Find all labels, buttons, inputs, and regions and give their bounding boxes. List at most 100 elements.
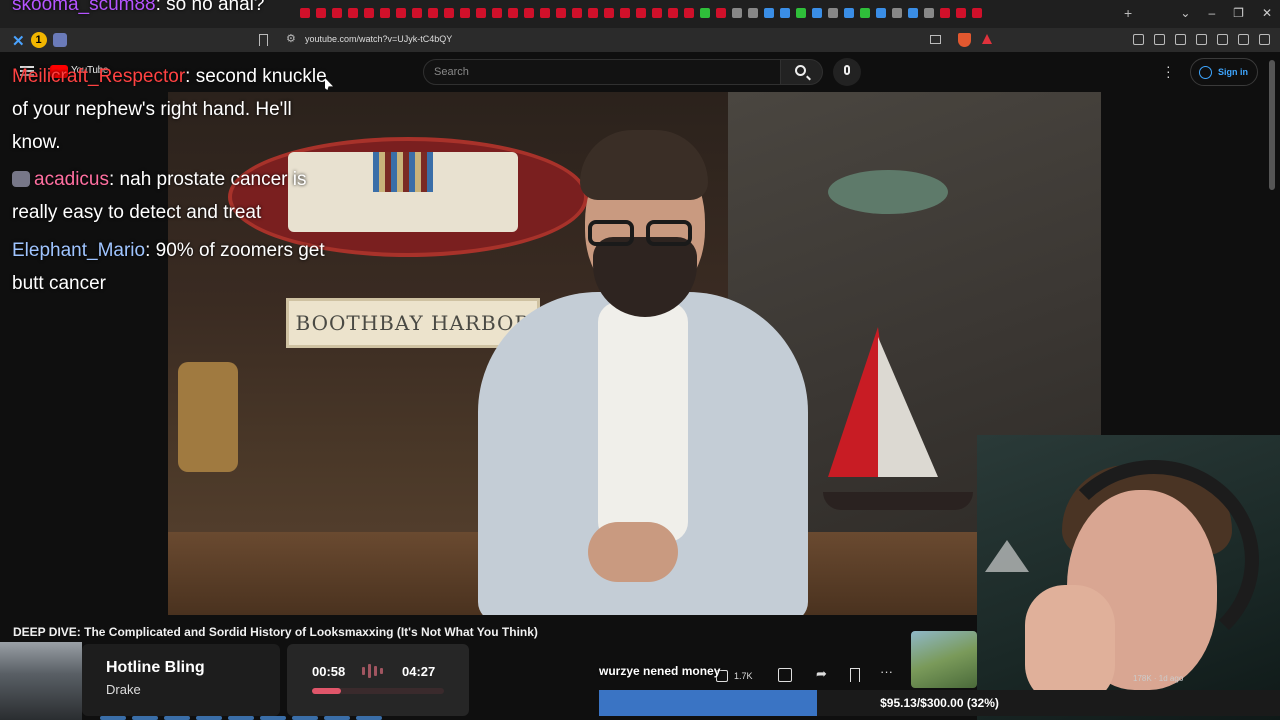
tab-favicon[interactable]	[908, 8, 918, 18]
close-icon[interactable]: ✕	[1262, 6, 1272, 20]
share-icon[interactable]: ➦	[816, 666, 830, 681]
like-button[interactable]: 1.7K	[716, 664, 753, 688]
minimize-icon[interactable]: –	[1208, 6, 1215, 20]
tab-favicon[interactable]	[364, 8, 374, 18]
sidebar-icon[interactable]	[1175, 34, 1186, 45]
tab-favicon[interactable]	[492, 8, 502, 18]
tab-favicon[interactable]	[892, 8, 902, 18]
tab-favicon[interactable]	[972, 8, 982, 18]
tab-favicon[interactable]	[556, 8, 566, 18]
taskbar-item[interactable]	[132, 716, 158, 720]
video-title: DEEP DIVE: The Complicated and Sordid Hi…	[13, 625, 538, 639]
tab-list-chevron-icon[interactable]: ⌄	[1180, 6, 1190, 20]
page-scrollbar[interactable]	[1269, 60, 1275, 190]
tab-favicon[interactable]	[460, 8, 470, 18]
microphone-icon	[844, 65, 850, 75]
tab-favicon[interactable]	[620, 8, 630, 18]
settings-kebab-icon[interactable]: · · ·	[1166, 59, 1171, 83]
wallet-icon[interactable]	[1196, 34, 1207, 45]
tab-favicon[interactable]	[780, 8, 790, 18]
sail-white	[878, 337, 938, 477]
url-field[interactable]: youtube.com/watch?v=UJyk-tC4bQY	[305, 34, 452, 44]
site-settings-icon[interactable]: ⚙	[286, 32, 296, 45]
tab-favicon[interactable]	[732, 8, 742, 18]
tab-favicon[interactable]	[652, 8, 662, 18]
tab-favicon[interactable]	[956, 8, 966, 18]
basket	[178, 362, 238, 472]
new-tab-button[interactable]: +	[1124, 5, 1132, 21]
tab-favicon[interactable]	[524, 8, 534, 18]
tab-favicon[interactable]	[940, 8, 950, 18]
save-icon[interactable]	[850, 668, 860, 682]
brave-shield-icon[interactable]	[958, 33, 971, 47]
taskbar-item[interactable]	[356, 716, 382, 720]
search-input[interactable]: Search	[423, 59, 781, 85]
menu-icon[interactable]	[1259, 34, 1270, 45]
tab-list[interactable]	[300, 8, 982, 18]
tab-favicon[interactable]	[764, 8, 774, 18]
extension-icon[interactable]	[52, 33, 67, 47]
tab-favicon[interactable]	[636, 8, 646, 18]
playback-time-card: 00:58 04:27	[287, 644, 469, 716]
star-icon[interactable]	[1217, 34, 1228, 45]
extensions-icon[interactable]	[1133, 34, 1144, 45]
thumbs-down-icon[interactable]	[778, 668, 792, 682]
tab-favicon[interactable]	[380, 8, 390, 18]
tab-favicon[interactable]	[396, 8, 406, 18]
tab-favicon[interactable]	[428, 8, 438, 18]
sign-in-button[interactable]: Sign in	[1190, 58, 1258, 86]
tab-favicon[interactable]	[316, 8, 326, 18]
tab-favicon[interactable]	[828, 8, 838, 18]
tab-favicon[interactable]	[924, 8, 934, 18]
tab-favicon[interactable]	[812, 8, 822, 18]
tab-favicon[interactable]	[300, 8, 310, 18]
tab-favicon[interactable]	[844, 8, 854, 18]
taskbar-item[interactable]	[292, 716, 318, 720]
taskbar-item[interactable]	[164, 716, 190, 720]
chat-message: Meilicraft_Respector: second knuckle of …	[12, 60, 342, 159]
total-time: 04:27	[402, 664, 436, 679]
donation-goal-text: $95.13/$300.00 (32%)	[880, 696, 999, 710]
tab-favicon[interactable]	[508, 8, 518, 18]
song-title: Hotline Bling	[106, 659, 205, 676]
tab-favicon[interactable]	[572, 8, 582, 18]
taskbar-item[interactable]	[196, 716, 222, 720]
search-button[interactable]	[781, 59, 823, 85]
tab-favicon[interactable]	[748, 8, 758, 18]
taskbar-item[interactable]	[228, 716, 254, 720]
taskbar-item[interactable]	[100, 716, 126, 720]
bookmark-icon[interactable]	[259, 34, 268, 46]
tab-favicon[interactable]	[684, 8, 694, 18]
streamer-webcam	[977, 435, 1280, 720]
tab-favicon[interactable]	[412, 8, 422, 18]
vpn-icon[interactable]	[1238, 34, 1249, 45]
related-video-thumbnail[interactable]	[911, 631, 977, 688]
extension-x-icon[interactable]: ✕	[12, 32, 25, 50]
taskbar-item[interactable]	[260, 716, 286, 720]
music-icon[interactable]	[1154, 34, 1165, 45]
rewards-icon[interactable]	[982, 34, 992, 44]
tab-favicon[interactable]	[444, 8, 454, 18]
taskbar-strip	[100, 716, 382, 720]
tab-favicon[interactable]	[332, 8, 342, 18]
restore-icon[interactable]: ❐	[1233, 6, 1244, 20]
cast-icon[interactable]	[930, 35, 941, 44]
tab-favicon[interactable]	[796, 8, 806, 18]
voice-search-button[interactable]	[833, 58, 861, 86]
tab-favicon[interactable]	[668, 8, 678, 18]
tab-favicon[interactable]	[876, 8, 886, 18]
tab-favicon[interactable]	[700, 8, 710, 18]
tab-favicon[interactable]	[716, 8, 726, 18]
donation-message: wurzye nened money	[599, 664, 721, 678]
tab-favicon[interactable]	[476, 8, 486, 18]
tab-favicon[interactable]	[604, 8, 614, 18]
taskbar-item[interactable]	[324, 716, 350, 720]
more-actions-icon[interactable]: ···	[880, 664, 894, 679]
tab-favicon[interactable]	[588, 8, 598, 18]
extension-badge-icon[interactable]: 1	[30, 32, 47, 48]
extension-icons-left: ✕ 1	[12, 32, 67, 50]
screen: + ⌄ – ❐ ✕ ✕ 1 ⚙ youtube.com/watch?v=UJyk…	[0, 0, 1280, 720]
tab-favicon[interactable]	[540, 8, 550, 18]
tab-favicon[interactable]	[860, 8, 870, 18]
tab-favicon[interactable]	[348, 8, 358, 18]
